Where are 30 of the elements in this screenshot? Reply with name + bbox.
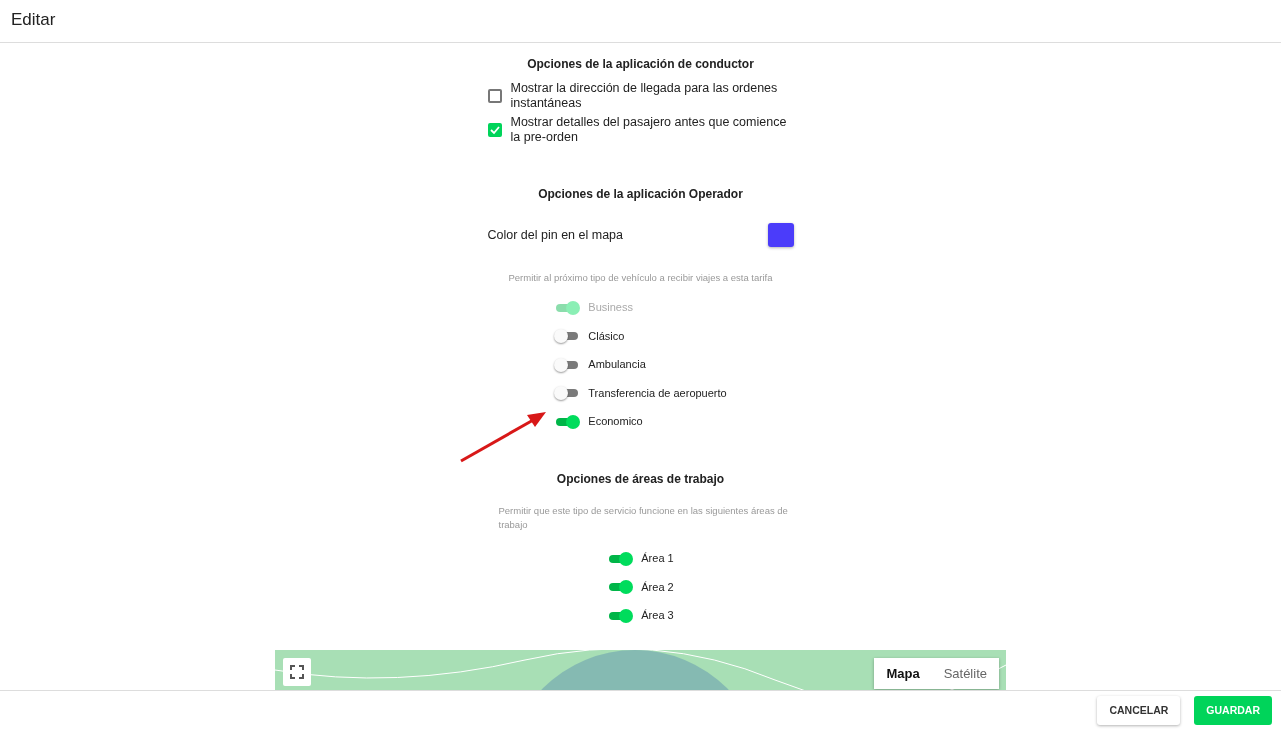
fullscreen-icon: [290, 664, 304, 679]
map-type-tab[interactable]: Satélite: [931, 657, 999, 690]
map-type-tab[interactable]: Mapa: [874, 657, 932, 690]
toggle-switch[interactable]: [607, 608, 634, 623]
checkbox[interactable]: [487, 123, 502, 137]
toggle-switch[interactable]: [607, 580, 634, 594]
toggle-label: Área 1: [641, 551, 674, 567]
section-title: Opciones de la aplicación de conductor: [526, 56, 755, 73]
cancel-button[interactable]: CANCELAR: [1097, 695, 1181, 726]
toggle-label: Business: [588, 300, 633, 316]
toggle-label: Transferencia de aeropuerto: [588, 385, 727, 401]
checkbox-label: Mostrar la dirección de llegada para las ordenes instantáneas: [510, 81, 779, 111]
fullscreen-button[interactable]: [283, 657, 311, 686]
toggle-switch[interactable]: [554, 414, 581, 429]
toggle-label: Economico: [588, 414, 643, 430]
toggle-switch[interactable]: [607, 551, 634, 566]
toggle-label: Clásico: [588, 328, 625, 344]
toggle-label: Área 3: [641, 608, 674, 624]
checkbox[interactable]: [487, 89, 502, 103]
section-title: Opciones de la aplicación Operador: [537, 186, 744, 203]
field-label: Color del pin en el mapa: [487, 226, 623, 244]
color-swatch[interactable]: [767, 223, 794, 247]
section-title: Opciones de áreas de trabajo: [555, 470, 726, 488]
hint-text: Permitir al próximo tipo de vehículo a recibir viajes a esta tarifa: [507, 271, 774, 285]
hint-text: Permitir que este tipo de servicio funcione en las siguientes áreas de trabajo: [497, 503, 789, 532]
dialog-title: Editar: [11, 10, 56, 29]
toggle-label: Área 2: [641, 579, 674, 595]
map[interactable]: Mapa Satélite: [275, 649, 1006, 690]
toggle-label: Ambulancia: [588, 357, 646, 373]
checkbox-label: Mostrar detalles del pasajero antes que comience la pre-orden: [510, 115, 788, 145]
